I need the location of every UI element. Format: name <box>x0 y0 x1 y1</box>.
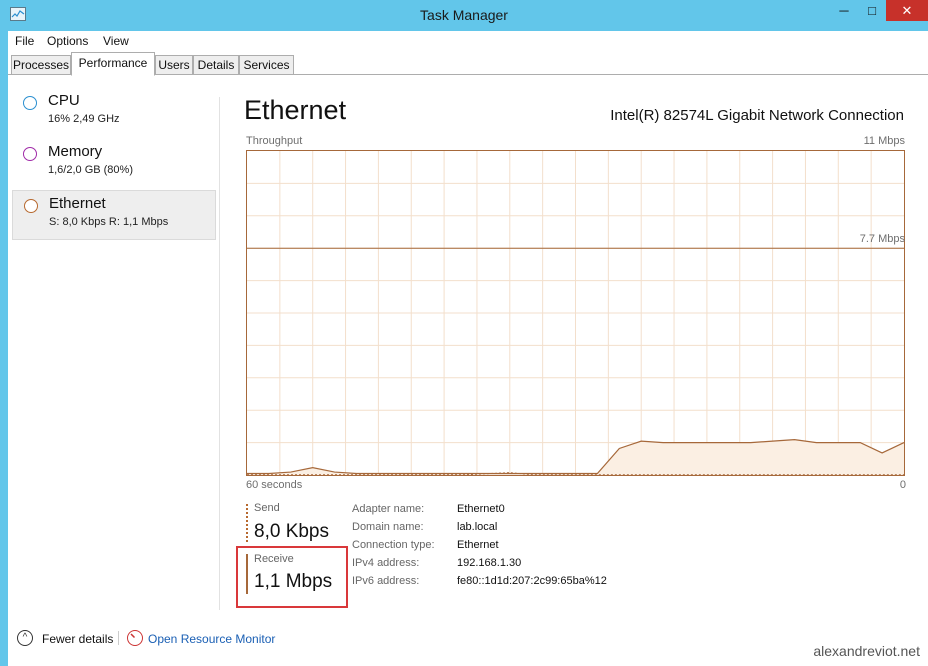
max-scale-label: 11 Mbps <box>863 135 905 147</box>
throughput-label: Throughput <box>246 135 303 147</box>
menu-options[interactable]: Options <box>47 34 88 48</box>
sidebar-item-memory[interactable]: Memory 1,6/2,0 GB (80%) <box>12 139 216 189</box>
device-name: Intel(R) 82574L Gigabit Network Connecti… <box>610 107 904 124</box>
ipv4-value: 192.168.1.30 <box>457 557 522 569</box>
pane-divider[interactable] <box>219 97 220 610</box>
menu-bar: File Options View <box>8 31 928 52</box>
sidebar-item-subtitle: S: 8,0 Kbps R: 1,1 Mbps <box>49 216 169 228</box>
minimize-button[interactable]: ─ <box>830 0 858 21</box>
open-resource-monitor-link[interactable]: Open Resource Monitor <box>148 632 275 646</box>
sidebar-item-title: Memory <box>48 143 103 160</box>
throughput-chart <box>247 151 904 475</box>
connection-type-label: Connection type: <box>352 539 435 551</box>
footer-separator <box>118 631 119 645</box>
memory-status-icon <box>23 147 37 161</box>
maximize-button[interactable]: □ <box>858 0 886 21</box>
sidebar-item-title: Ethernet <box>49 195 106 212</box>
ipv4-label: IPv4 address: <box>352 557 420 569</box>
tab-users[interactable]: Users <box>155 55 193 75</box>
ethernet-status-icon <box>24 199 38 213</box>
resource-monitor-icon[interactable] <box>127 630 143 646</box>
title-bar: Task Manager ─ □ ✕ <box>0 0 928 31</box>
adapter-name-label: Adapter name: <box>352 503 425 515</box>
connection-type-value: Ethernet <box>457 539 499 551</box>
sidebar-item-subtitle: 16% 2,49 GHz <box>48 113 120 125</box>
ipv6-label: IPv6 address: <box>352 575 420 587</box>
throughput-graph <box>246 150 905 476</box>
page-title: Ethernet <box>244 95 347 125</box>
sidebar-item-cpu[interactable]: CPU 16% 2,49 GHz <box>12 88 216 138</box>
tab-processes[interactable]: Processes <box>11 55 71 75</box>
mid-scale-label: 7.7 Mbps <box>859 233 905 246</box>
sidebar-item-subtitle: 1,6/2,0 GB (80%) <box>48 164 133 176</box>
tab-strip: Processes Performance Users Details Serv… <box>8 52 928 76</box>
send-legend-marker <box>246 504 248 542</box>
tab-performance[interactable]: Performance <box>71 52 155 76</box>
menu-view[interactable]: View <box>103 34 129 48</box>
window-title: Task Manager <box>420 7 508 23</box>
fewer-details-link[interactable]: Fewer details <box>42 632 113 646</box>
zero-label: 0 <box>899 479 906 491</box>
close-button[interactable]: ✕ <box>886 0 928 21</box>
send-value: 8,0 Kbps <box>254 521 329 542</box>
task-manager-window: File Options View Processes Performance … <box>8 31 928 666</box>
sidebar-item-ethernet[interactable]: Ethernet S: 8,0 Kbps R: 1,1 Mbps <box>12 190 216 240</box>
cpu-status-icon <box>23 96 37 110</box>
watermark: alexandreviot.net <box>813 643 920 659</box>
tab-details[interactable]: Details <box>193 55 239 75</box>
sidebar-item-title: CPU <box>48 92 80 109</box>
chevron-up-icon[interactable]: ^ <box>17 630 33 646</box>
domain-name-label: Domain name: <box>352 521 424 533</box>
ipv6-value: fe80::1d1d:207:2c99:65ba%12 <box>457 575 607 587</box>
adapter-name-value: Ethernet0 <box>457 503 505 515</box>
send-label: Send <box>254 502 280 514</box>
receive-highlight-box <box>236 546 348 608</box>
domain-name-value: lab.local <box>457 521 498 533</box>
time-span-label: 60 seconds <box>246 479 303 491</box>
menu-file[interactable]: File <box>15 34 34 48</box>
tab-services[interactable]: Services <box>239 55 294 75</box>
